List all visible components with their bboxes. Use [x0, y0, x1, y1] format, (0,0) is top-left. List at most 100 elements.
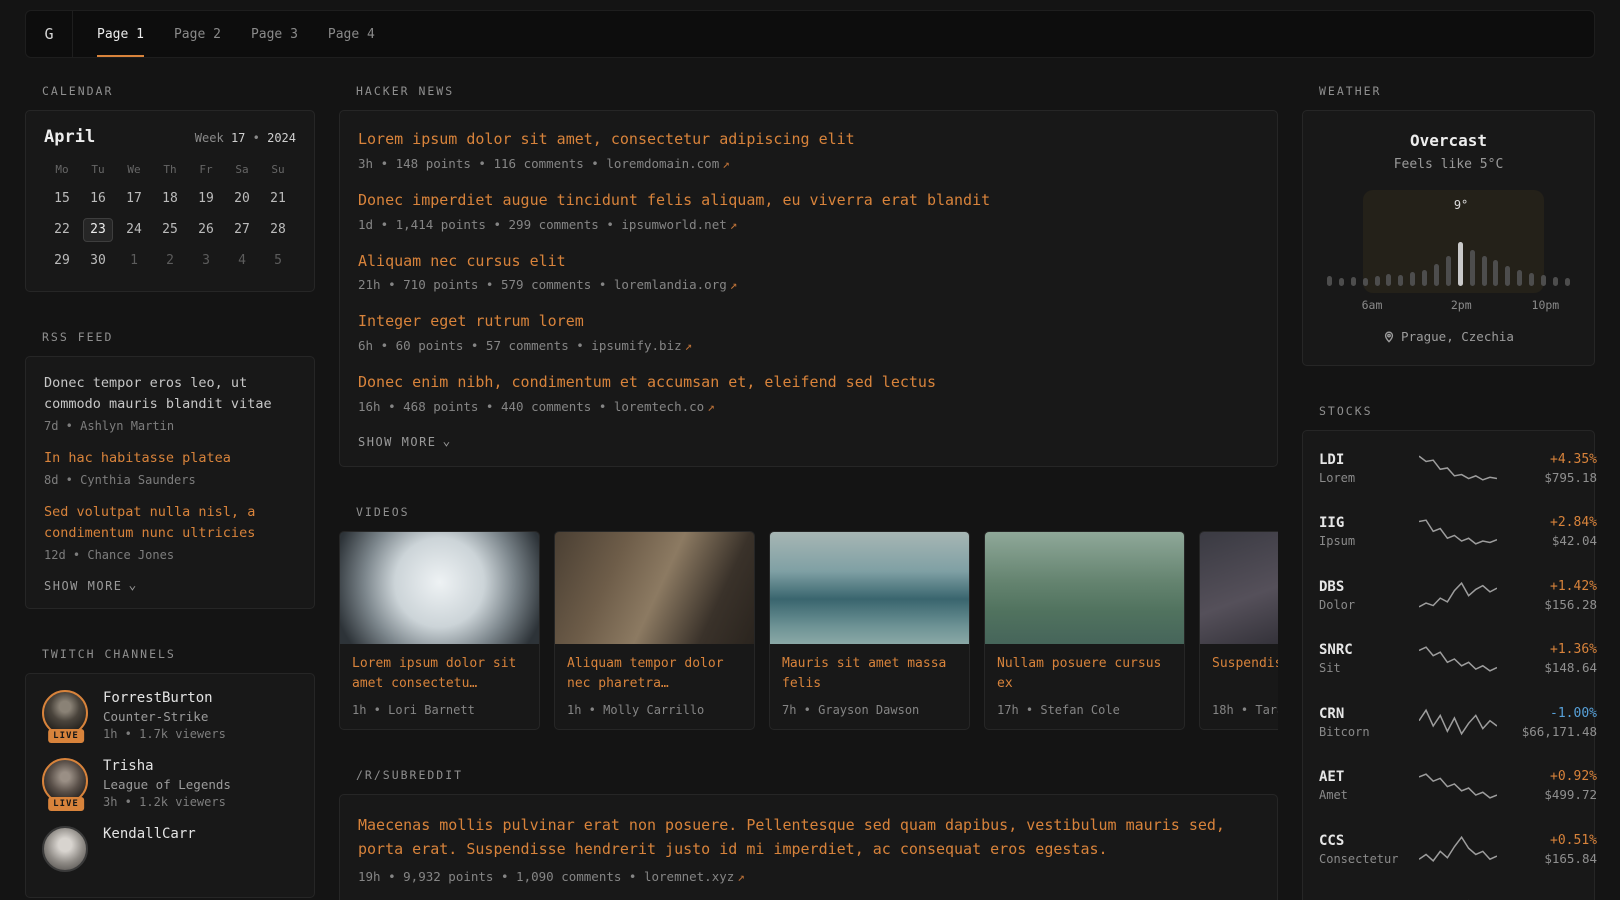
video-card[interactable]: Mauris sit amet massa felis 7h • Grayson…	[769, 531, 970, 730]
rss-show-more-label: SHOW MORE	[44, 579, 123, 593]
calendar-grid: Mo Tu We Th Fr Sa Su 15	[44, 163, 296, 273]
rss-item-title[interactable]: Donec tempor eros leo, ut commodo mauris…	[44, 373, 296, 415]
video-card[interactable]: Lorem ipsum dolor sit amet consectetu… 1…	[339, 531, 540, 730]
twitch-widget-title: TWITCH CHANNELS	[42, 647, 315, 661]
page-tab[interactable]: Page 1	[97, 11, 144, 57]
video-card[interactable]: Aliquam tempor dolor nec pharetra… 1h • …	[554, 531, 755, 730]
rss-widget: RSS FEED Donec tempor eros leo, ut commo…	[25, 330, 315, 609]
hackernews-item: Donec enim nibh, condimentum et accumsan…	[358, 372, 1259, 414]
hackernews-item-title[interactable]: Donec imperdiet augue tincidunt felis al…	[358, 190, 1259, 212]
hackernews-item-meta: 16h • 468 points • 440 comments • loremt…	[358, 399, 1259, 414]
app-logo[interactable]: G	[26, 11, 73, 57]
weather-bar	[1517, 270, 1522, 286]
video-meta: 7h • Grayson Dawson	[782, 703, 957, 717]
stock-ticker: AET	[1319, 769, 1419, 785]
video-card[interactable]: Nullam posuere cursus ex 17h • Stefan Co…	[984, 531, 1185, 730]
rss-item-meta: 7d • Ashlyn Martin	[44, 419, 296, 433]
page-tab[interactable]: Page 2	[174, 11, 221, 57]
subreddit-post-title[interactable]: Maecenas mollis pulvinar erat non posuer…	[358, 813, 1259, 861]
stock-name: Amet	[1319, 788, 1419, 802]
stock-ticker: IIG	[1319, 515, 1419, 531]
hackernews-widget-title: HACKER NEWS	[356, 84, 1278, 98]
video-title[interactable]: Aliquam tempor dolor nec pharetra…	[567, 654, 742, 694]
weather-time-label: 2pm	[1451, 298, 1472, 312]
twitch-channel-row[interactable]: LIVE KendallCarr	[42, 826, 298, 874]
hackernews-show-more-button[interactable]: SHOW MORE ⌄	[358, 435, 452, 449]
weather-bar	[1470, 250, 1475, 286]
weather-time-label: 6am	[1362, 298, 1383, 312]
calendar-day: 28	[263, 218, 293, 242]
video-title[interactable]: Nullam posuere cursus ex	[997, 654, 1172, 694]
hackernews-item-title[interactable]: Donec enim nibh, condimentum et accumsan…	[358, 372, 1259, 394]
stock-values: +0.92% $499.72	[1497, 769, 1597, 802]
subreddit-card: Maecenas mollis pulvinar erat non posuer…	[339, 794, 1278, 900]
calendar-header: April Week 17 • 2024	[44, 127, 296, 147]
video-title[interactable]: Suspendisse diam	[1212, 654, 1278, 694]
rss-item-title[interactable]: In hac habitasse platea	[44, 448, 296, 469]
calendar-day-header: Mo	[44, 163, 80, 180]
video-thumbnail[interactable]	[340, 532, 539, 644]
stock-price: $165.84	[1497, 851, 1597, 866]
video-card-body: Aliquam tempor dolor nec pharetra… 1h • …	[555, 644, 754, 729]
twitch-channel-info: Trisha League of Legends 3h • 1.2k viewe…	[103, 758, 231, 809]
video-meta: 18h • Tara	[1212, 703, 1278, 717]
video-thumbnail[interactable]	[985, 532, 1184, 644]
twitch-channel-row[interactable]: LIVE Trisha League of Legends 3h • 1.2k …	[42, 758, 298, 809]
stock-name: Ipsum	[1319, 534, 1419, 548]
hackernews-item-meta: 6h • 60 points • 57 comments • ipsumify.…	[358, 338, 1259, 353]
hackernews-item-meta: 21h • 710 points • 579 comments • loreml…	[358, 277, 1259, 292]
stock-sparkline-wrap	[1419, 835, 1497, 863]
external-link-icon[interactable]: ↗	[730, 277, 738, 292]
weather-time-axis: 6am 2pm 10pm	[1321, 298, 1576, 313]
stock-price: $156.28	[1497, 597, 1597, 612]
rss-item: Sed volutpat nulla nisl, a condimentum n…	[44, 502, 296, 562]
stock-sparkline-wrap	[1419, 772, 1497, 800]
stock-sparkline-wrap	[1419, 645, 1497, 673]
stock-id: CCS Consectetur	[1319, 833, 1419, 866]
twitch-avatar-wrap: LIVE	[42, 690, 90, 738]
hackernews-item-title[interactable]: Lorem ipsum dolor sit amet, consectetur …	[358, 129, 1259, 151]
calendar-day: 17	[119, 187, 149, 211]
external-link-icon[interactable]: ↗	[707, 399, 715, 414]
external-link-icon[interactable]: ↗	[737, 869, 745, 884]
stock-values: +1.36% $148.64	[1497, 642, 1597, 675]
stock-sparkline	[1419, 772, 1497, 800]
hackernews-meta-text: 1d • 1,414 points • 299 comments • ipsum…	[358, 217, 727, 232]
rss-item-title[interactable]: Sed volutpat nulla nisl, a condimentum n…	[44, 502, 296, 544]
twitch-channel-category: League of Legends	[103, 777, 231, 792]
stock-row: CRN Bitcorn -1.00% $66,171.48	[1319, 691, 1578, 755]
calendar-day: 5	[263, 249, 293, 273]
rss-item-meta: 12d • Chance Jones	[44, 548, 296, 562]
stock-name: Lorem	[1319, 471, 1419, 485]
twitch-channel-row[interactable]: LIVE ForrestBurton Counter-Strike 1h • 1…	[42, 690, 298, 741]
twitch-channel-name[interactable]: KendallCarr	[103, 826, 196, 842]
page-tab[interactable]: Page 3	[251, 11, 298, 57]
video-thumbnail[interactable]	[1200, 532, 1278, 644]
hackernews-item-title[interactable]: Aliquam nec cursus elit	[358, 251, 1259, 273]
page-tab[interactable]: Page 4	[328, 11, 375, 57]
twitch-channel-meta: 3h • 1.2k viewers	[103, 795, 231, 809]
external-link-icon[interactable]: ↗	[722, 156, 730, 171]
video-meta: 1h • Lori Barnett	[352, 703, 527, 717]
stock-values: -1.00% $66,171.48	[1497, 706, 1597, 739]
calendar-year: 2024	[267, 131, 296, 145]
external-link-icon[interactable]: ↗	[730, 217, 738, 232]
video-card[interactable]: Suspendisse diam 18h • Tara	[1199, 531, 1278, 730]
twitch-channel-name[interactable]: ForrestBurton	[103, 690, 226, 706]
hackernews-item: Donec imperdiet augue tincidunt felis al…	[358, 190, 1259, 232]
video-thumbnail[interactable]	[770, 532, 969, 644]
video-title[interactable]: Mauris sit amet massa felis	[782, 654, 957, 694]
twitch-widget: TWITCH CHANNELS LIVE ForrestBurton Count…	[25, 647, 315, 898]
video-title[interactable]: Lorem ipsum dolor sit amet consectetu…	[352, 654, 527, 694]
hackernews-item: Lorem ipsum dolor sit amet, consectetur …	[358, 129, 1259, 171]
rss-card: Donec tempor eros leo, ut commodo mauris…	[25, 356, 315, 609]
stocks-widget-title: STOCKS	[1319, 404, 1595, 418]
hackernews-item-title[interactable]: Integer eget rutrum lorem	[358, 311, 1259, 333]
stock-row: AHS +0.46%	[1319, 881, 1578, 900]
video-thumbnail[interactable]	[555, 532, 754, 644]
external-link-icon[interactable]: ↗	[685, 338, 693, 353]
twitch-channel-name[interactable]: Trisha	[103, 758, 231, 774]
stock-sparkline	[1419, 708, 1497, 736]
rss-show-more-button[interactable]: SHOW MORE ⌄	[44, 579, 138, 593]
center-column: HACKER NEWS Lorem ipsum dolor sit amet, …	[339, 84, 1278, 900]
